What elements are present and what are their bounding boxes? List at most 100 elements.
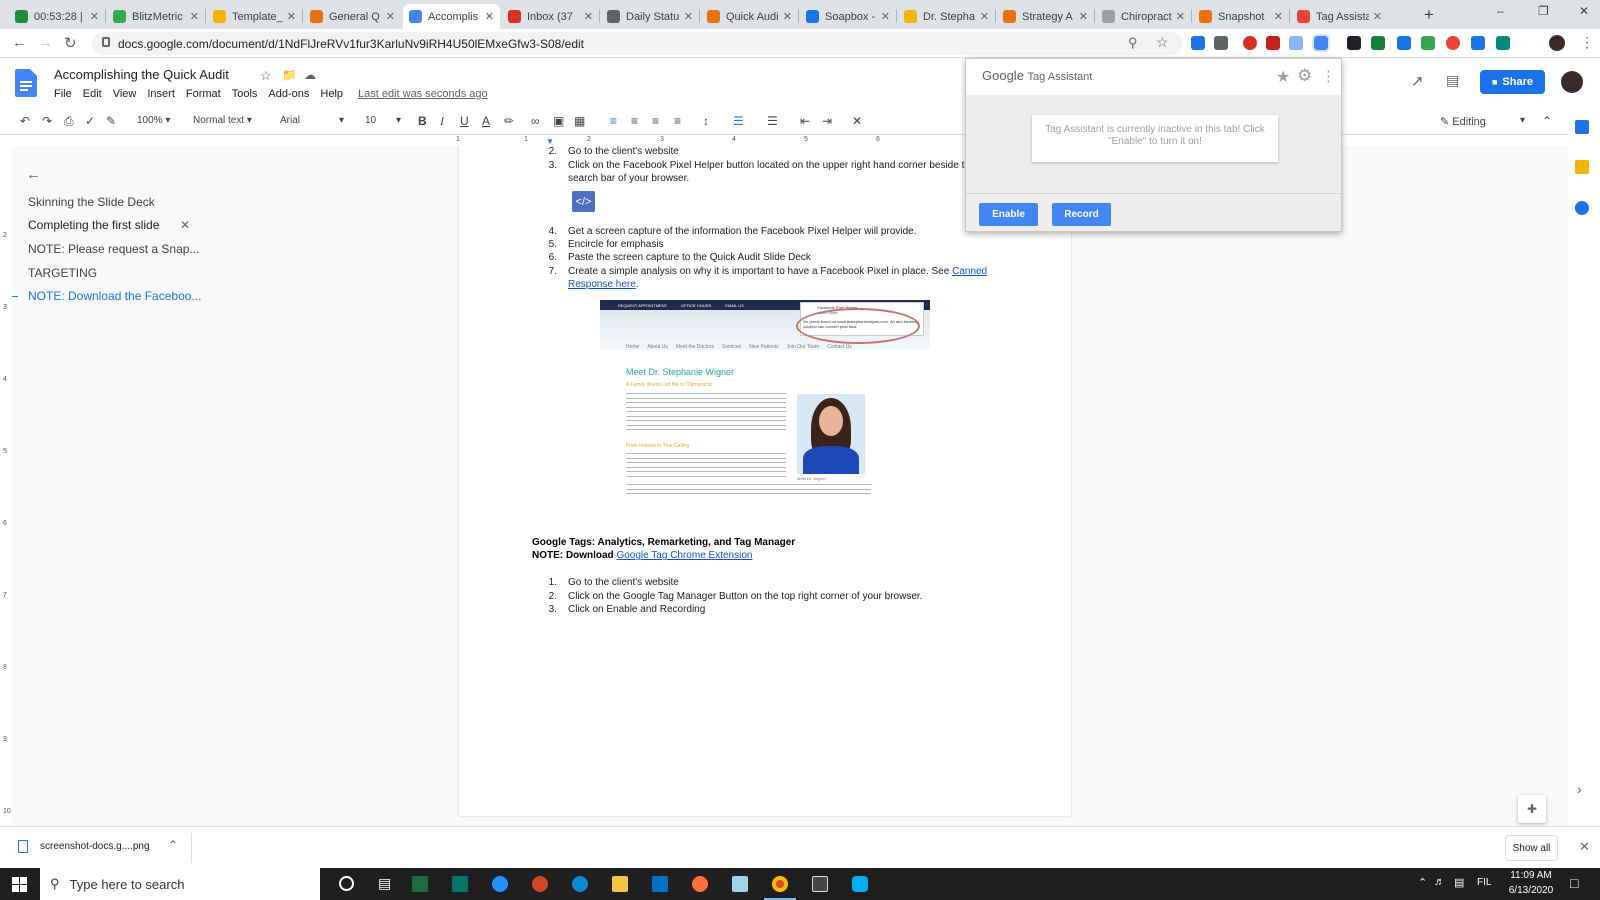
font-select[interactable]: Arial bbox=[280, 115, 300, 126]
clock-time[interactable]: 11:09 AM bbox=[1503, 870, 1559, 881]
download-filename[interactable]: screenshot-docs.g....png bbox=[40, 841, 150, 852]
extension-icon[interactable] bbox=[1289, 36, 1303, 50]
close-window-icon[interactable]: ✕ bbox=[1579, 4, 1589, 18]
firefox-icon[interactable] bbox=[692, 876, 708, 892]
menu-add-ons[interactable]: Add-ons bbox=[268, 88, 309, 100]
profile-avatar-icon[interactable] bbox=[1549, 35, 1565, 51]
extension-icon[interactable] bbox=[1397, 36, 1411, 50]
move-folder-icon[interactable]: 📁 bbox=[282, 68, 297, 82]
browser-tab[interactable]: Template_ ✕ bbox=[207, 4, 302, 29]
browser-tab[interactable]: Strategy A ✕ bbox=[997, 4, 1094, 29]
extension-icon[interactable] bbox=[1243, 36, 1257, 50]
outline-item[interactable]: Completing the first slide bbox=[28, 218, 159, 232]
outline-item[interactable]: Skinning the Slide Deck bbox=[28, 195, 155, 209]
tag-assistant-extension-icon[interactable] bbox=[1312, 34, 1330, 52]
skype-icon[interactable] bbox=[852, 876, 868, 892]
close-outline-icon[interactable]: ← bbox=[26, 166, 41, 183]
font-size-select[interactable]: 10 bbox=[365, 115, 376, 126]
highlight-icon[interactable]: ✏ bbox=[504, 114, 514, 128]
menu-insert[interactable]: Insert bbox=[147, 88, 175, 100]
browser-tab[interactable]: Chiropract ✕ bbox=[1096, 4, 1191, 29]
task-view-icon[interactable]: ▤ bbox=[378, 875, 391, 892]
omnibox[interactable]: docs.google.com/document/d/1NdFlJreRVv1f… bbox=[92, 32, 1182, 55]
menu-file[interactable]: File bbox=[54, 88, 72, 100]
mode-dropdown-icon[interactable]: ▾ bbox=[1520, 115, 1525, 126]
document-page[interactable]: </> REQUEST APPOINTMENT OFFICE HOURS EMAIL… bbox=[459, 146, 1071, 816]
notifications-icon[interactable]: □ bbox=[1570, 875, 1578, 891]
edge-icon[interactable] bbox=[572, 876, 588, 892]
extension-icon[interactable] bbox=[1446, 36, 1460, 50]
print-icon[interactable]: ⎙ bbox=[64, 114, 74, 129]
close-tab-icon[interactable]: ✕ bbox=[1079, 10, 1088, 23]
close-tab-icon[interactable]: ✕ bbox=[1373, 10, 1382, 23]
zoom-icon[interactable]: ⚲ bbox=[1128, 35, 1138, 51]
publisher-icon[interactable] bbox=[452, 876, 468, 892]
browser-tab[interactable]: Inbox (37 ✕ bbox=[502, 4, 599, 29]
close-tab-icon[interactable]: ✕ bbox=[90, 10, 99, 23]
style-select[interactable]: Normal text ▾ bbox=[193, 115, 252, 126]
calculator-icon[interactable] bbox=[812, 876, 828, 892]
extension-icon[interactable] bbox=[1347, 36, 1361, 50]
browser-tab[interactable]: Dr. Stepha ✕ bbox=[898, 4, 995, 29]
keep-icon[interactable] bbox=[1575, 160, 1589, 174]
decrease-indent-icon[interactable]: ⇤ bbox=[800, 114, 810, 128]
activity-dashboard-icon[interactable]: ↗ bbox=[1411, 72, 1424, 90]
close-tab-icon[interactable]: ✕ bbox=[1176, 10, 1185, 23]
editing-mode-select[interactable]: ✎ Editing bbox=[1440, 115, 1486, 128]
redo-icon[interactable]: ↷ bbox=[42, 114, 52, 128]
bold-icon[interactable]: B bbox=[418, 114, 427, 128]
menu-view[interactable]: View bbox=[113, 88, 137, 100]
undo-icon[interactable]: ↶ bbox=[20, 114, 30, 128]
justify-icon[interactable]: ≡ bbox=[674, 114, 681, 128]
document-title[interactable]: Accomplishing the Quick Audit bbox=[54, 67, 229, 82]
network-icon[interactable]: ▤ bbox=[1454, 876, 1464, 889]
close-tab-icon[interactable]: ✕ bbox=[485, 10, 494, 23]
close-tab-icon[interactable]: ✕ bbox=[684, 10, 693, 23]
browser-tab[interactable]: 00:53:28 | ✕ bbox=[9, 4, 105, 29]
bulleted-list-icon[interactable]: ☰ bbox=[767, 114, 778, 128]
close-tab-icon[interactable]: ✕ bbox=[386, 10, 395, 23]
clock-date[interactable]: 6/13/2020 bbox=[1503, 885, 1559, 896]
close-tab-icon[interactable]: ✕ bbox=[980, 10, 989, 23]
extension-icon[interactable] bbox=[1266, 36, 1280, 50]
bookmark-star-icon[interactable]: ☆ bbox=[1156, 34, 1169, 51]
canned-response-link[interactable]: Canned bbox=[952, 266, 987, 277]
outlook-icon[interactable] bbox=[652, 876, 668, 892]
menu-edit[interactable]: Edit bbox=[83, 88, 102, 100]
chevron-up-icon[interactable]: ⌃ bbox=[168, 838, 178, 852]
browser-tab[interactable]: Soapbox - ✕ bbox=[800, 4, 896, 29]
increase-indent-icon[interactable]: ⇥ bbox=[822, 114, 832, 128]
extension-icon[interactable] bbox=[1214, 36, 1228, 50]
reload-icon[interactable]: ↻ bbox=[64, 34, 77, 52]
google-tag-extension-link[interactable]: Google Tag Chrome Extension bbox=[616, 550, 752, 561]
snipping-tool-icon[interactable] bbox=[732, 876, 748, 892]
align-right-icon[interactable]: ≡ bbox=[652, 114, 659, 128]
language-indicator[interactable]: FIL bbox=[1477, 877, 1491, 888]
record-button[interactable]: Record bbox=[1052, 203, 1111, 226]
numbered-list-icon[interactable]: ☰ bbox=[733, 114, 744, 128]
excel-icon[interactable] bbox=[412, 876, 428, 892]
chevron-up-icon[interactable]: ⌃ bbox=[1418, 876, 1427, 889]
line-spacing-icon[interactable]: ↕ bbox=[703, 114, 709, 128]
close-icon[interactable]: ✕ bbox=[1579, 839, 1590, 855]
enable-button[interactable]: Enable bbox=[979, 203, 1038, 226]
zoom-select[interactable]: 100% ▾ bbox=[137, 115, 170, 126]
extension-icon[interactable] bbox=[1371, 36, 1385, 50]
font-size-arrow[interactable]: ▾ bbox=[396, 115, 401, 126]
indent-marker-icon[interactable]: ▼ bbox=[546, 137, 554, 146]
image-icon[interactable]: ▦ bbox=[574, 114, 585, 128]
spellcheck-icon[interactable]: ✓ bbox=[85, 114, 95, 128]
minimize-icon[interactable]: – bbox=[1497, 4, 1504, 18]
browser-tab[interactable]: BlitzMetric ✕ bbox=[107, 4, 205, 29]
file-explorer-icon[interactable] bbox=[612, 876, 628, 892]
close-tab-icon[interactable]: ✕ bbox=[190, 10, 199, 23]
paint-format-icon[interactable]: ✎ bbox=[106, 114, 116, 128]
canned-response-link[interactable]: Response here bbox=[568, 279, 636, 290]
align-left-icon[interactable]: ≡ bbox=[610, 114, 617, 128]
cortana-icon[interactable] bbox=[339, 876, 354, 891]
browser-tab[interactable]: Snapshot ✕ bbox=[1193, 4, 1289, 29]
chrome-menu-icon[interactable]: ⋮ bbox=[1580, 34, 1594, 51]
browser-tab[interactable]: Quick Audi ✕ bbox=[701, 4, 798, 29]
link-icon[interactable]: ∞ bbox=[531, 114, 540, 128]
clear-formatting-icon[interactable]: ✕ bbox=[852, 114, 862, 128]
